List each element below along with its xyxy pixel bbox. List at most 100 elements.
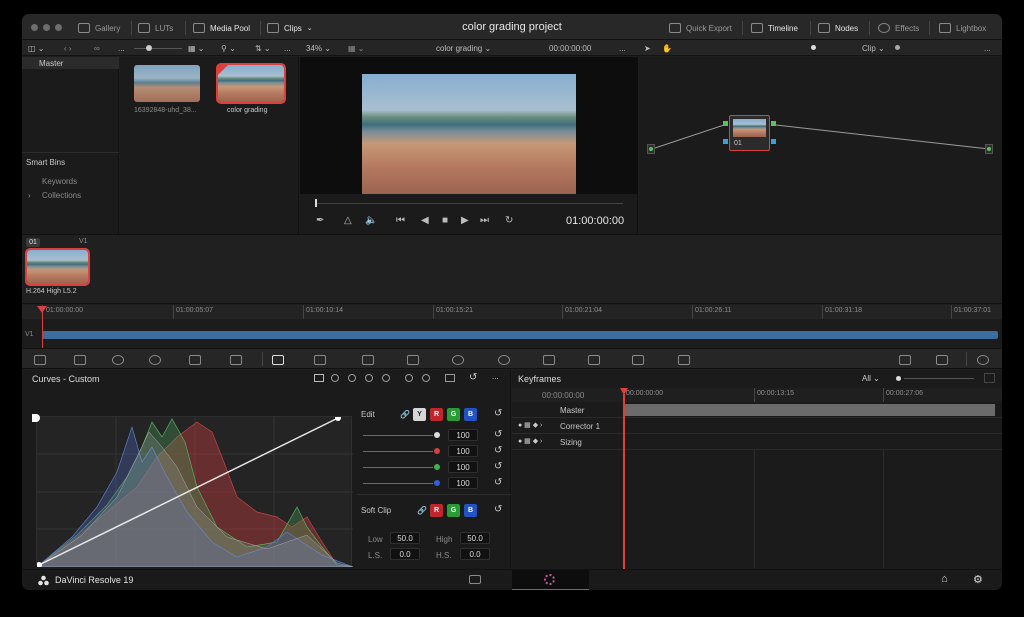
hand-icon[interactable]: ✋ — [662, 42, 672, 54]
keyframe-row-master[interactable]: Master — [512, 402, 1002, 418]
viewer-options-icon[interactable]: ▦ ⌄ — [348, 42, 364, 54]
y-intensity-knob[interactable] — [434, 432, 440, 438]
tracker-icon[interactable] — [452, 355, 464, 365]
keyframes-zoom-slider[interactable] — [904, 378, 974, 379]
r-intensity-value[interactable]: 100 — [448, 445, 478, 457]
high-value[interactable]: 50.0 — [460, 532, 490, 544]
curves-more-icon[interactable]: ... — [492, 372, 499, 381]
more-icon[interactable]: ... — [118, 42, 125, 54]
blur-icon[interactable] — [543, 355, 555, 365]
magic-mask-icon[interactable] — [498, 355, 510, 365]
window-icon[interactable] — [407, 355, 419, 365]
viewer-more-icon[interactable]: ... — [619, 42, 626, 54]
eyedropper-icon[interactable]: ✒ — [316, 215, 324, 226]
ls-value[interactable]: 0.0 — [390, 548, 420, 560]
info-icon[interactable] — [977, 355, 989, 365]
color-page-tab[interactable] — [512, 570, 589, 590]
camera-raw-icon[interactable] — [34, 355, 46, 365]
keyframes-zoom-knob[interactable] — [896, 376, 901, 381]
clips-tab[interactable]: Clips ⌄ — [267, 21, 313, 35]
soft-clip-g-button[interactable]: G — [447, 504, 460, 517]
stop-icon[interactable]: ■ — [442, 215, 448, 226]
3d-icon[interactable] — [678, 355, 690, 365]
color-match-icon[interactable] — [74, 355, 86, 365]
quick-export-button[interactable]: Quick Export — [669, 21, 732, 35]
timeline-ruler[interactable]: 01:00:00:00 01:00:05:07 01:00:10:14 01:0… — [22, 305, 1002, 319]
scrubber-track[interactable] — [315, 203, 623, 204]
hue-vs-lum-icon[interactable] — [365, 374, 373, 382]
lum-vs-sat-icon[interactable] — [382, 374, 390, 382]
motion-effects-icon[interactable] — [230, 355, 242, 365]
minimize-window-button[interactable] — [43, 24, 50, 31]
play-reverse-icon[interactable]: ◀ — [421, 215, 429, 226]
timeline-selector[interactable]: color grading ⌄ — [436, 42, 491, 54]
zoom-dropdown[interactable]: 34% ⌄ — [306, 42, 331, 54]
soft-clip-reset-icon[interactable]: ↺ — [494, 504, 502, 515]
sizing-icon[interactable] — [632, 355, 644, 365]
curve-graph[interactable] — [35, 415, 354, 568]
search-icon[interactable]: ⚲ ⌄ — [221, 42, 236, 54]
node-graph[interactable]: 01 — [639, 57, 1002, 234]
g-intensity-value[interactable]: 100 — [448, 461, 478, 473]
corrector-node[interactable]: 01 — [729, 115, 770, 151]
nodes-tab[interactable]: Nodes — [818, 21, 858, 35]
rgb-mixer-icon[interactable] — [189, 355, 201, 365]
channel-g-button[interactable]: G — [447, 408, 460, 421]
g-intensity-knob[interactable] — [434, 464, 440, 470]
soft-clip-b-button[interactable]: B — [464, 504, 477, 517]
nav-arrows[interactable]: ‹ › — [64, 42, 72, 54]
gallery-tab[interactable]: Gallery — [78, 21, 120, 35]
r-intensity-knob[interactable] — [434, 448, 440, 454]
hdr-icon[interactable] — [149, 355, 161, 365]
soft-clip-link-icon[interactable]: 🔗 — [417, 506, 427, 515]
keyframe-row-corrector[interactable]: ● ▦ ◆ › Corrector 1 — [512, 418, 1002, 434]
timeline-tab[interactable]: Timeline — [751, 21, 798, 35]
link-icon[interactable]: ∞ — [94, 42, 100, 54]
keyframes-options-icon[interactable] — [984, 373, 995, 383]
y-reset-icon[interactable]: ↺ — [494, 429, 502, 440]
curve-handle[interactable] — [32, 414, 40, 422]
hs-value[interactable]: 0.0 — [460, 548, 490, 560]
node-mode-dropdown[interactable]: Clip ⌄ — [862, 42, 885, 54]
close-window-button[interactable] — [31, 24, 38, 31]
scrubber-playhead[interactable] — [315, 199, 317, 207]
color-warper-icon[interactable] — [314, 355, 326, 365]
volume-icon[interactable]: 🔈 — [365, 215, 377, 226]
sat-vs-sat-icon[interactable] — [405, 374, 413, 382]
b-intensity-knob[interactable] — [434, 480, 440, 486]
key-icon[interactable] — [588, 355, 600, 365]
expand-chevron-icon[interactable]: › — [28, 191, 31, 200]
row-dot-icon[interactable]: ● ▦ ◆ › — [518, 437, 542, 445]
slider-knob[interactable] — [146, 45, 152, 51]
panel-toggle-icon[interactable]: ◫ ⌄ — [28, 42, 44, 54]
smart-bin-collections[interactable]: Collections — [42, 191, 81, 200]
sat-vs-lum-icon[interactable] — [422, 374, 430, 382]
hue-vs-hue-icon[interactable] — [331, 374, 339, 382]
thumbnail-size-slider[interactable] — [134, 48, 182, 49]
hue-vs-sat-icon[interactable] — [348, 374, 356, 382]
g-intensity-slider[interactable] — [363, 467, 433, 468]
settings-gear-icon[interactable]: ⚙ — [973, 573, 983, 586]
y-intensity-slider[interactable] — [363, 435, 433, 436]
custom-curve-mode-icon[interactable] — [314, 374, 324, 382]
edit-reset-icon[interactable]: ↺ — [494, 408, 502, 419]
y-intensity-value[interactable]: 100 — [448, 429, 478, 441]
luts-tab[interactable]: LUTs — [138, 21, 173, 35]
sort-icon[interactable]: ⇅ ⌄ — [255, 42, 271, 54]
pointer-icon[interactable]: ➤ — [644, 42, 651, 54]
shape-icon[interactable]: △ — [344, 215, 352, 226]
clip-thumbnail[interactable] — [134, 65, 200, 102]
b-reset-icon[interactable]: ↺ — [494, 477, 502, 488]
loop-icon[interactable]: ↻ — [505, 215, 513, 226]
media-page-icon[interactable] — [469, 575, 481, 584]
viewer-canvas[interactable] — [300, 57, 638, 194]
effects-tab[interactable]: Effects — [878, 21, 919, 35]
skip-start-icon[interactable]: ⏮ — [396, 215, 405, 226]
node-zoom-knob[interactable] — [811, 45, 816, 50]
node-more-icon[interactable]: ... — [984, 42, 991, 54]
keyframe-row-sizing[interactable]: ● ▦ ◆ › Sizing — [512, 434, 1002, 450]
node-slider-knob[interactable] — [895, 45, 900, 50]
keyframes-panel-icon[interactable] — [899, 355, 911, 365]
r-intensity-slider[interactable] — [363, 451, 433, 452]
home-icon[interactable]: ⌂ — [941, 573, 948, 585]
